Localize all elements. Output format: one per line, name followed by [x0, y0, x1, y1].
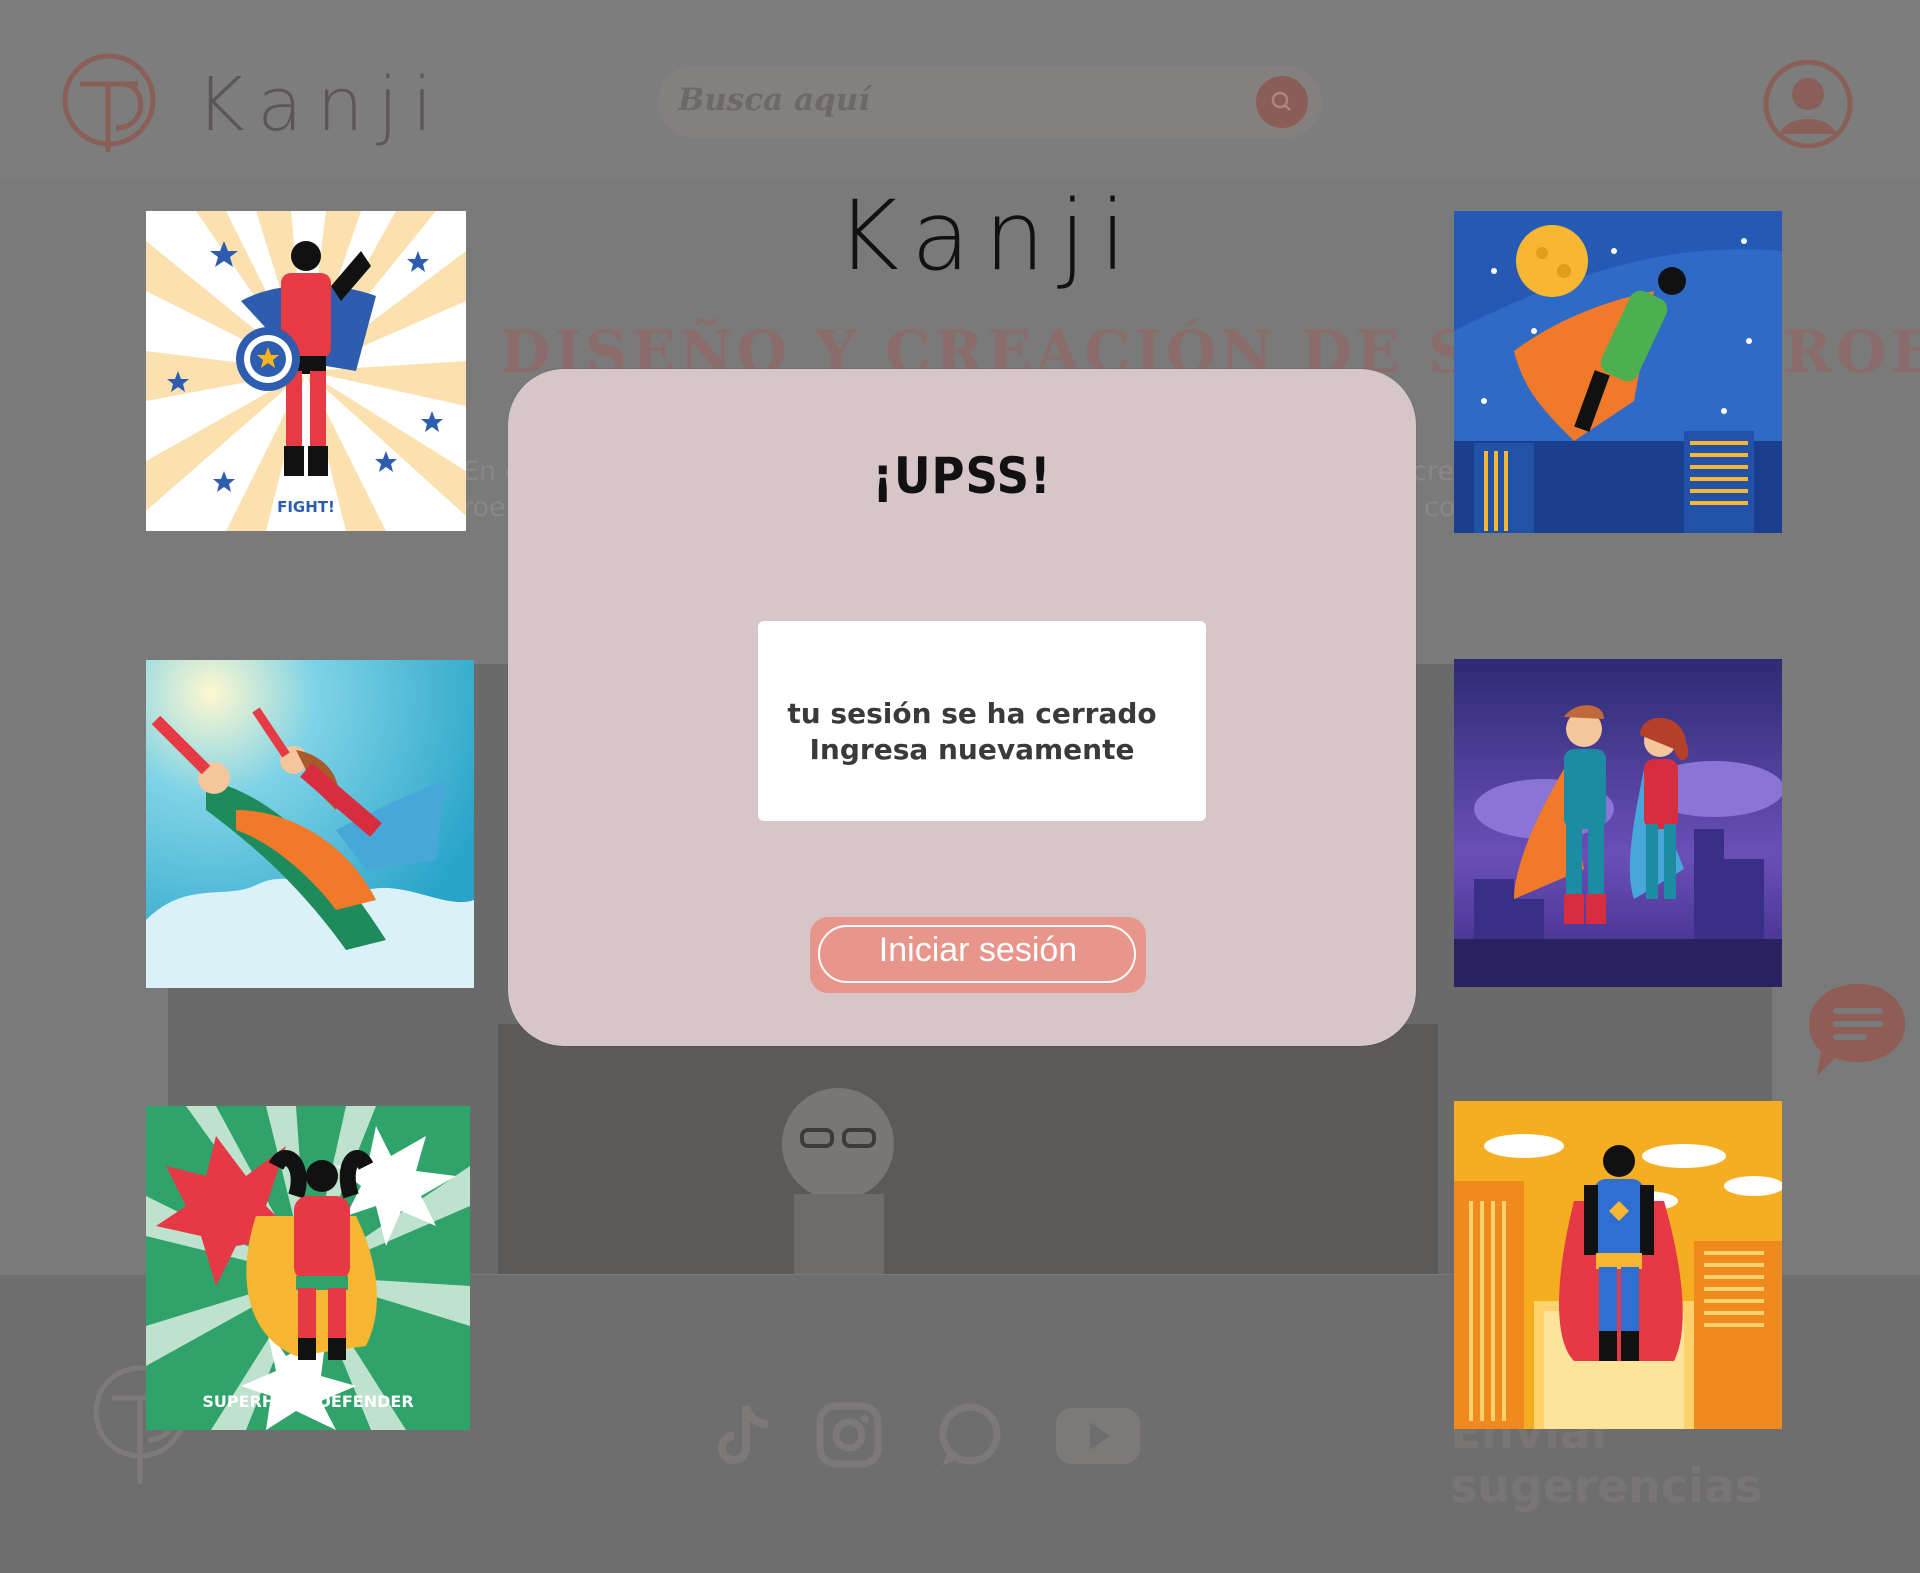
- logo-mark-icon: [62, 53, 156, 152]
- logo-text: Kanji: [196, 62, 447, 148]
- login-button[interactable]: Iniciar sesión: [810, 917, 1146, 993]
- site-logo[interactable]: Kanji: [50, 44, 433, 162]
- search-bar[interactable]: Busca aquí: [658, 66, 1322, 138]
- login-button-label: Iniciar sesión: [878, 931, 1078, 969]
- search-input[interactable]: Busca aquí: [678, 82, 870, 118]
- body-text-fragment: co: [1424, 492, 1456, 523]
- hero-image-city-couple: [1454, 659, 1782, 987]
- chat-icon[interactable]: [1805, 980, 1909, 1080]
- instagram-icon[interactable]: [814, 1400, 884, 1470]
- hero-image-yellow-city: [1454, 1101, 1782, 1429]
- search-button[interactable]: [1256, 76, 1308, 128]
- body-text-fragment: roe: [462, 492, 506, 523]
- hero-image-fight: FIGHT!: [146, 211, 466, 531]
- user-avatar-icon[interactable]: [1762, 58, 1854, 150]
- session-expired-dialog: ¡UPSS! tu sesión se ha cerrado Ingresa n…: [508, 369, 1416, 1046]
- whatsapp-icon[interactable]: [934, 1400, 1004, 1470]
- tile-caption: FIGHT!: [277, 498, 335, 516]
- tile-caption: SUPERHERO DEFENDER: [202, 1392, 414, 1411]
- dialog-message-line1: tu sesión se ha cerrado: [787, 697, 1157, 730]
- youtube-icon[interactable]: [1054, 1400, 1142, 1470]
- tiktok-icon[interactable]: [712, 1400, 782, 1470]
- dialog-title: ¡UPSS!: [872, 447, 1052, 505]
- dialog-message-box: tu sesión se ha cerrado Ingresa nuevamen…: [758, 621, 1206, 821]
- hero-image-night: [1454, 211, 1782, 533]
- video-frame: [498, 1024, 1438, 1274]
- dialog-message-line2: Ingresa nuevamente: [809, 733, 1135, 766]
- hero-image-defender: SUPERHERO DEFENDER: [146, 1106, 470, 1430]
- modal-brand-logo: Kanji: [836, 180, 1141, 292]
- presenter-image: [782, 1088, 894, 1274]
- search-icon: [1271, 91, 1291, 111]
- hero-image-flying-duo: [146, 660, 474, 988]
